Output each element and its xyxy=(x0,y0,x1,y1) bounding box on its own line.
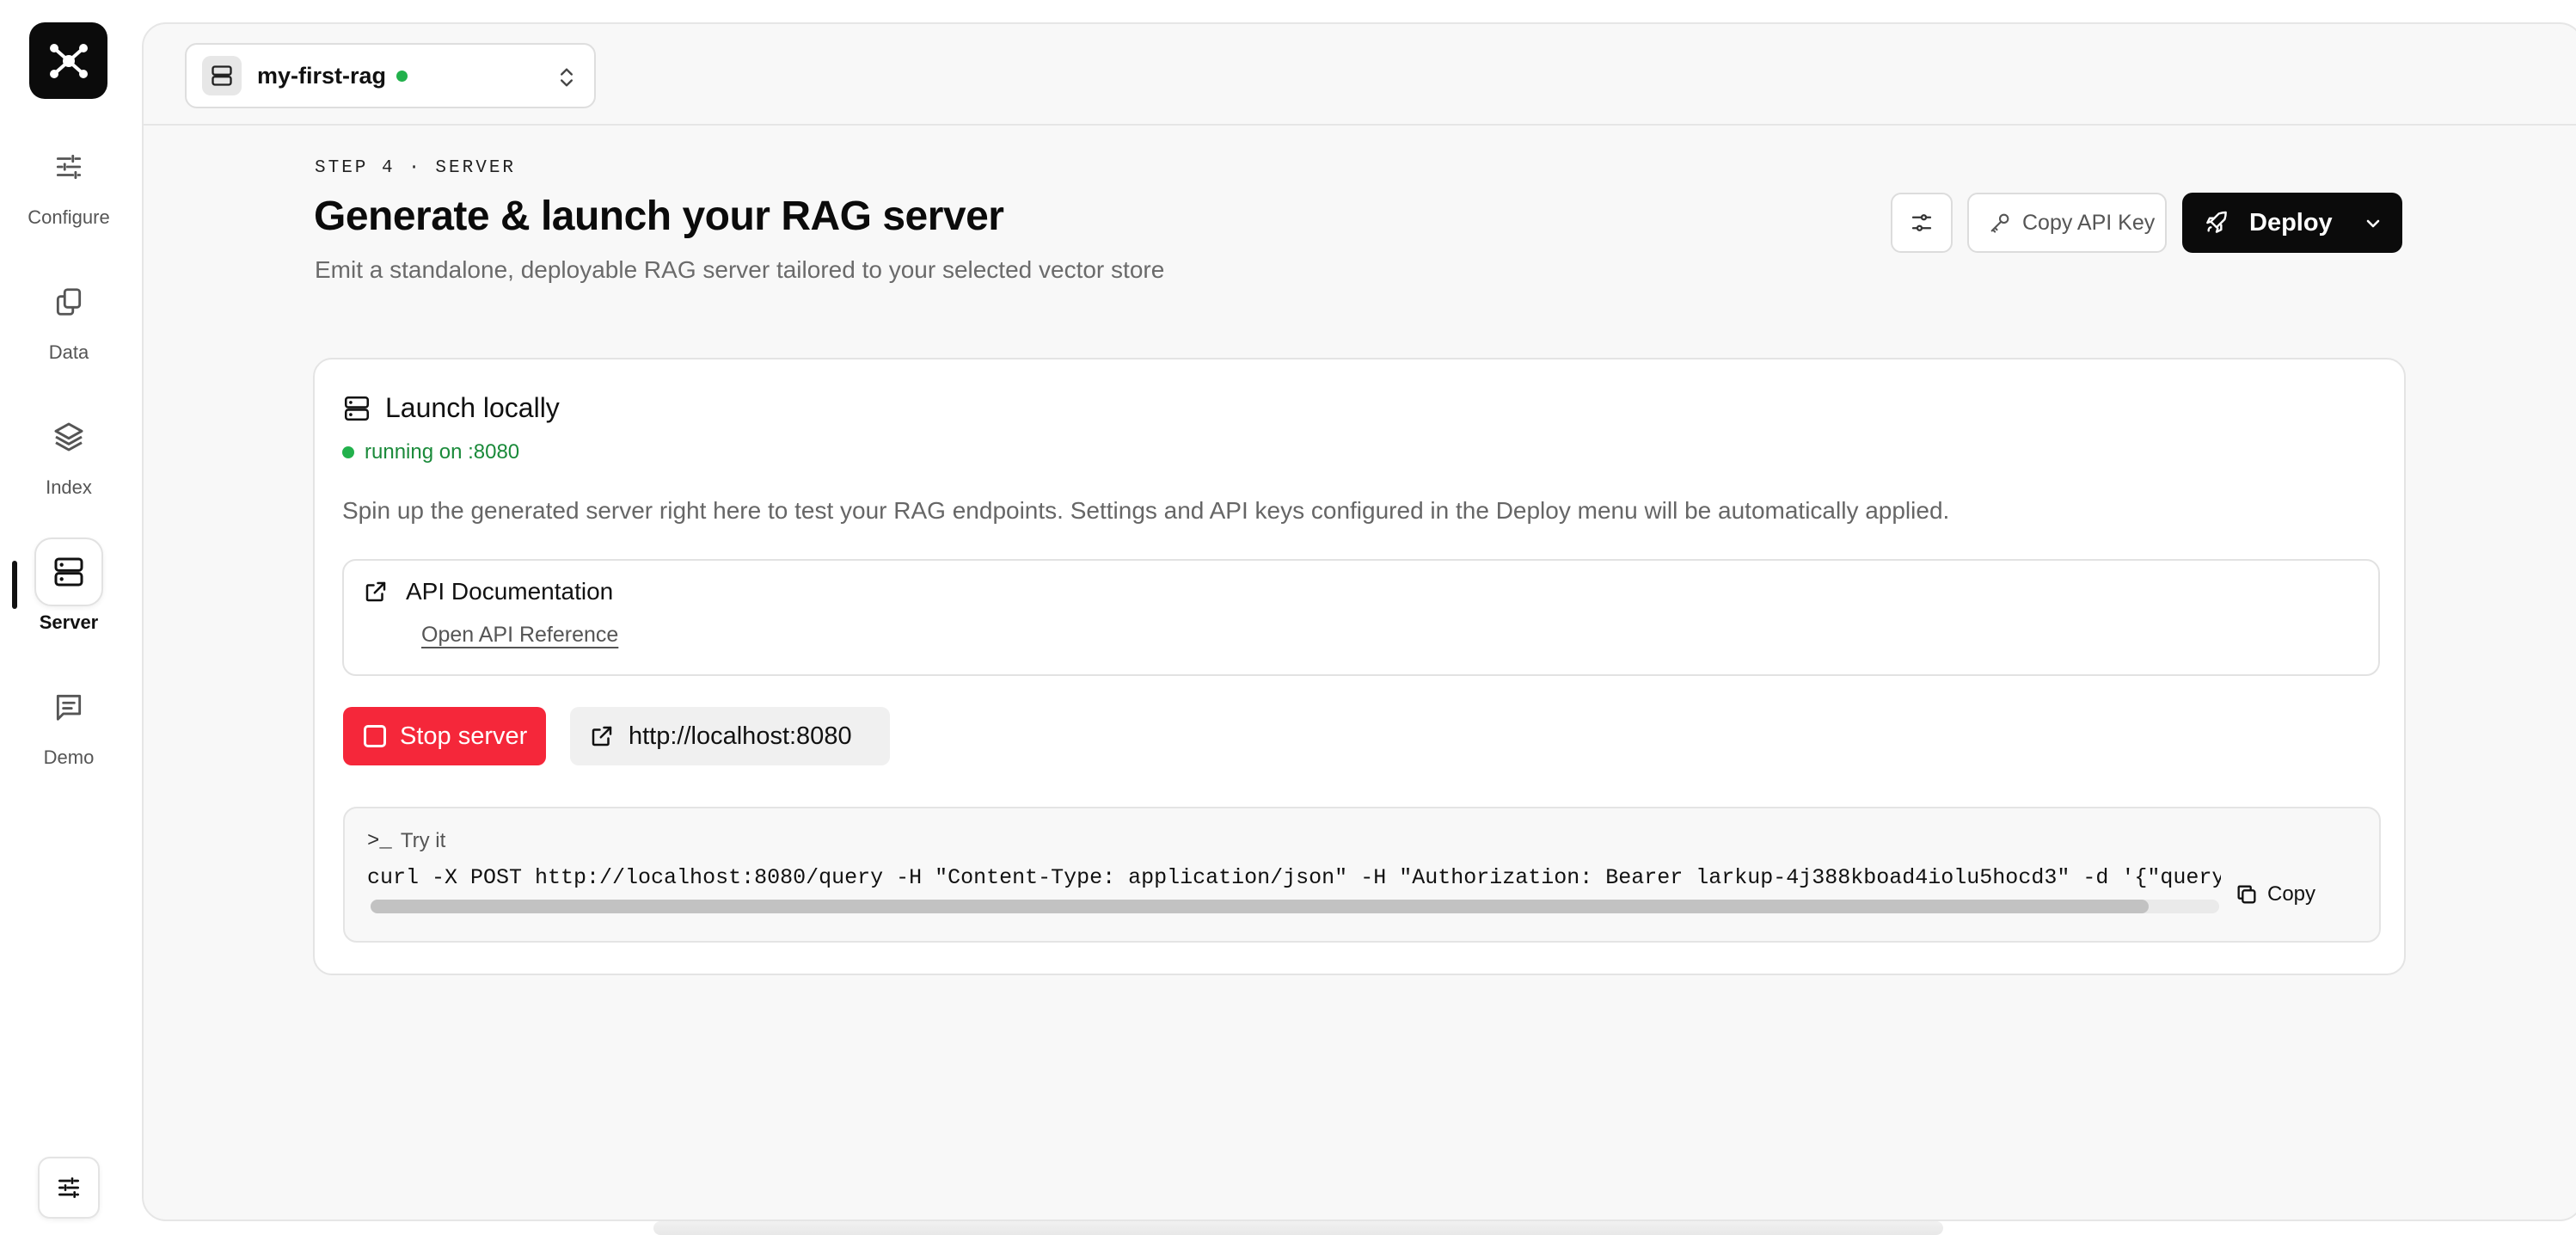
terminal-icon: >_ xyxy=(367,829,392,853)
sidebar-item-label: Server xyxy=(39,611,99,633)
sidebar-item-label: Index xyxy=(46,476,92,498)
nav-icon-wrap xyxy=(34,132,103,201)
step-label: STEP 4 · SERVER xyxy=(315,158,517,178)
project-icon-wrap xyxy=(202,56,242,95)
nav-icon-wrap xyxy=(34,538,103,606)
settings-button[interactable] xyxy=(38,1157,100,1219)
external-link-icon xyxy=(592,726,612,747)
bottom-shadow xyxy=(653,1221,1943,1235)
project-status-dot xyxy=(396,70,408,82)
status-text: running on :8080 xyxy=(365,440,520,464)
copy-api-key-label: Copy API Key xyxy=(2022,210,2156,235)
settings-tune-button[interactable] xyxy=(1891,193,1953,253)
deploy-label: Deploy xyxy=(2249,208,2333,237)
layers-icon xyxy=(54,422,83,452)
copy-button[interactable]: Copy xyxy=(2235,874,2329,915)
sidebar-item-configure[interactable]: Configure xyxy=(0,132,138,236)
curl-command[interactable]: curl -X POST http://localhost:8080/query… xyxy=(367,865,2221,890)
key-icon xyxy=(1990,213,2009,233)
card-description: Spin up the generated server right here … xyxy=(342,497,1950,524)
server-icon xyxy=(344,396,370,421)
sidebar-item-data[interactable]: Data xyxy=(0,267,138,371)
stop-server-button[interactable]: Stop server xyxy=(343,707,546,765)
logo-icon xyxy=(49,43,88,78)
chat-icon xyxy=(56,694,82,721)
localhost-url-label: http://localhost:8080 xyxy=(629,722,852,750)
sliders-icon xyxy=(1911,214,1932,231)
card-title: Launch locally xyxy=(385,392,560,423)
launch-locally-card: Launch locally running on :8080 Spin up … xyxy=(313,358,2406,975)
files-icon xyxy=(56,288,82,316)
try-it-label: Try it xyxy=(400,829,446,852)
sidebar-item-demo[interactable]: Demo xyxy=(0,673,138,776)
sidebar-item-label: Configure xyxy=(28,206,110,228)
nav-icon-wrap xyxy=(34,267,103,336)
localhost-url-button[interactable]: http://localhost:8080 xyxy=(570,707,890,765)
server-icon xyxy=(212,65,232,86)
api-docs-header: API Documentation xyxy=(363,578,613,605)
api-docs-title: API Documentation xyxy=(406,578,614,605)
page-title: Generate & launch your RAG server xyxy=(314,194,1004,239)
open-api-reference-link[interactable]: Open API Reference xyxy=(421,623,618,648)
page-subtitle: Emit a standalone, deployable RAG server… xyxy=(315,256,1165,283)
scrollbar-thumb[interactable] xyxy=(371,900,2149,913)
app-logo[interactable] xyxy=(29,22,107,99)
sidebar-item-label: Demo xyxy=(43,747,95,768)
deploy-button[interactable]: Deploy xyxy=(2182,193,2402,253)
stop-server-label: Stop server xyxy=(400,722,528,750)
status-dot xyxy=(342,446,354,458)
sidebar: Configure Data Index Server Demo xyxy=(0,0,138,1235)
try-it-header: >_ Try it xyxy=(367,829,445,853)
chevron-up-down-icon xyxy=(561,68,573,87)
api-documentation-box: API Documentation Open API Reference xyxy=(342,559,2380,676)
card-header: Launch locally xyxy=(342,392,560,424)
server-status: running on :8080 xyxy=(342,440,519,464)
sidebar-item-index[interactable]: Index xyxy=(0,402,138,506)
sliders-icon xyxy=(56,154,82,180)
horizontal-scrollbar[interactable] xyxy=(371,900,2219,913)
try-it-box: >_ Try it curl -X POST http://localhost:… xyxy=(343,807,2381,943)
stop-icon xyxy=(364,725,386,747)
nav-icon-wrap xyxy=(34,402,103,471)
topbar: my-first-rag xyxy=(144,24,2576,126)
copy-icon xyxy=(2237,885,2256,904)
copy-api-key-button[interactable]: Copy API Key xyxy=(1967,193,2167,253)
main-panel: my-first-rag STEP 4 · SERVER Generate & … xyxy=(142,22,2576,1221)
sidebar-item-label: Data xyxy=(48,341,89,363)
project-selector[interactable]: my-first-rag xyxy=(185,43,596,108)
project-name: my-first-rag xyxy=(257,62,387,89)
rocket-icon xyxy=(2206,211,2227,233)
external-link-icon xyxy=(365,581,386,602)
sliders-icon xyxy=(58,1177,79,1198)
copy-label: Copy xyxy=(2267,882,2316,906)
sidebar-item-server[interactable]: Server xyxy=(0,538,138,641)
nav-icon-wrap xyxy=(34,673,103,741)
chevron-down-icon[interactable] xyxy=(2363,213,2383,234)
server-icon xyxy=(54,557,83,587)
